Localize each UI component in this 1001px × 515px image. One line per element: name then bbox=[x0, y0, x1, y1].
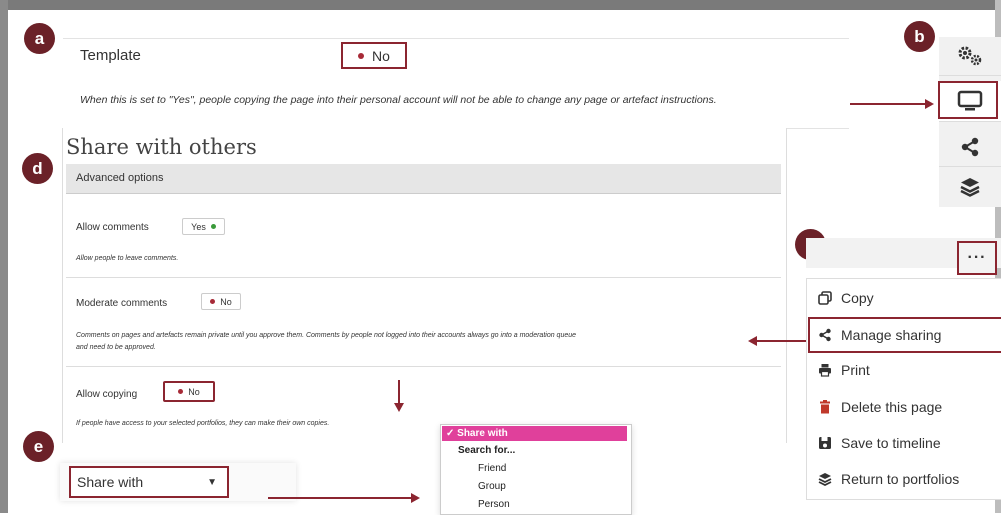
share-icon bbox=[819, 328, 831, 342]
advanced-options-label: Advanced options bbox=[76, 172, 164, 184]
arrow-a-to-b bbox=[850, 103, 926, 105]
window-frame-left bbox=[0, 0, 8, 513]
menu-item-print[interactable]: Print bbox=[818, 359, 870, 381]
menu-item-label: Print bbox=[841, 362, 870, 378]
allow-copying-value: No bbox=[188, 386, 200, 397]
menu-item-label: Manage sharing bbox=[841, 327, 942, 343]
moderate-comments-label: Moderate comments bbox=[76, 298, 168, 309]
arrow-head-icon bbox=[411, 493, 420, 503]
arrow-c-to-d bbox=[756, 340, 808, 342]
divider bbox=[66, 366, 781, 367]
dropdown-option-search: Search for... bbox=[458, 445, 516, 456]
template-value: No bbox=[372, 47, 390, 64]
menu-item-label: Save to timeline bbox=[841, 435, 941, 451]
badge-d: d bbox=[22, 153, 53, 184]
badge-e: e bbox=[23, 431, 54, 462]
menu-item-return-portfolios[interactable]: Return to portfolios bbox=[818, 468, 959, 490]
settings-icon bbox=[958, 46, 982, 66]
copy-icon bbox=[818, 291, 832, 305]
arrow-copy-down bbox=[398, 380, 400, 404]
status-dot-icon bbox=[358, 52, 365, 59]
dropdown-option-group[interactable]: Group bbox=[478, 481, 506, 492]
caret-down-icon: ▼ bbox=[207, 476, 217, 488]
status-dot-icon bbox=[210, 299, 216, 304]
template-description: When this is set to "Yes", people copyin… bbox=[80, 94, 717, 106]
dropdown-option-friend[interactable]: Friend bbox=[478, 463, 506, 474]
moderate-comments-desc-2: and need to be approved. bbox=[76, 344, 156, 351]
status-dot-icon bbox=[178, 389, 184, 394]
layers-button[interactable] bbox=[939, 168, 1001, 206]
print-icon bbox=[819, 364, 831, 377]
arrow-e-to-dropdown bbox=[268, 497, 412, 499]
badge-a: a bbox=[24, 23, 55, 54]
allow-comments-value: Yes bbox=[191, 221, 206, 232]
moderate-comments-desc-1: Comments on pages and artefacts remain p… bbox=[76, 332, 577, 339]
dropdown-option-person[interactable]: Person bbox=[478, 499, 510, 510]
menu-item-save-timeline[interactable]: Save to timeline bbox=[818, 432, 941, 454]
moderate-comments-toggle[interactable]: No bbox=[201, 293, 241, 310]
allow-copying-desc: If people have access to your selected p… bbox=[76, 420, 330, 427]
template-panel bbox=[63, 38, 849, 129]
share-title: Share with others bbox=[66, 135, 257, 159]
share-button[interactable] bbox=[939, 128, 1001, 167]
menu-item-label: Copy bbox=[841, 290, 874, 306]
arrow-head-icon bbox=[394, 403, 404, 412]
advanced-options-bar[interactable] bbox=[66, 164, 781, 194]
page-toolbar bbox=[939, 37, 1001, 207]
menu-item-manage-sharing[interactable]: Manage sharing bbox=[818, 324, 941, 346]
menu-item-copy[interactable]: Copy bbox=[818, 287, 874, 309]
menu-item-delete[interactable]: Delete this page bbox=[818, 396, 942, 418]
template-toggle[interactable]: No bbox=[341, 42, 407, 69]
share-with-select[interactable]: Share with ▼ bbox=[69, 466, 229, 498]
display-highlight bbox=[938, 81, 998, 119]
allow-comments-label: Allow comments bbox=[76, 222, 149, 233]
arrow-head-icon bbox=[925, 99, 934, 109]
trash-icon bbox=[820, 400, 830, 414]
actions-menu bbox=[806, 278, 1001, 500]
window-frame-top bbox=[0, 0, 1001, 10]
allow-comments-toggle[interactable]: Yes bbox=[182, 218, 225, 235]
allow-comments-desc: Allow people to leave comments. bbox=[76, 255, 179, 262]
layers-icon bbox=[960, 178, 980, 197]
share-icon bbox=[961, 137, 979, 157]
menu-item-label: Return to portfolios bbox=[841, 471, 960, 487]
more-options-button[interactable]: ··· bbox=[957, 241, 997, 275]
badge-b: b bbox=[904, 21, 935, 52]
menu-item-label: Delete this page bbox=[841, 399, 943, 415]
template-label: Template bbox=[80, 47, 141, 64]
allow-copying-toggle[interactable]: No bbox=[163, 381, 215, 402]
status-dot-icon bbox=[210, 224, 216, 229]
allow-copying-label: Allow copying bbox=[76, 389, 138, 400]
share-with-value: Share with bbox=[77, 474, 144, 490]
save-icon bbox=[819, 437, 831, 449]
divider bbox=[66, 277, 781, 278]
settings-button[interactable] bbox=[939, 37, 1001, 76]
dropdown-option-share-with[interactable]: ✓ Share with bbox=[442, 426, 627, 441]
moderate-comments-value: No bbox=[220, 296, 232, 307]
arrow-head-icon bbox=[748, 336, 757, 346]
layers-icon bbox=[818, 473, 832, 486]
